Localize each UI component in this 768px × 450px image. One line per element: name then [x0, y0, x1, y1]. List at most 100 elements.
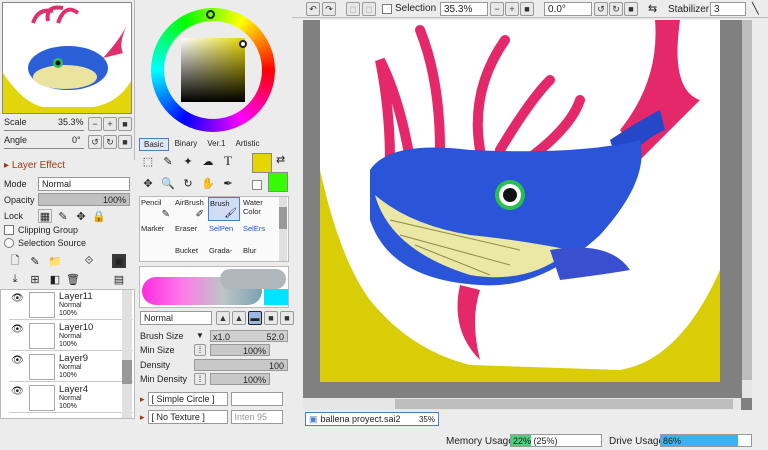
brush-grid-scrollbar[interactable] [279, 197, 287, 261]
zoom-reset-button[interactable]: ■ [118, 117, 132, 131]
zoom-out-button[interactable]: − [88, 117, 102, 131]
tab-artistic[interactable]: Artistic [232, 138, 264, 151]
flip-horizontal-icon[interactable]: ⇆ [648, 2, 657, 15]
selection-toggle[interactable]: Selection [382, 3, 436, 14]
brush-size-slider[interactable]: x1.0 52.0 [210, 330, 288, 342]
layer-visibility-icon[interactable]: 👁 [11, 324, 24, 335]
eyedropper-icon[interactable]: ✒ [221, 176, 235, 190]
brush-airbrush[interactable]: AirBrush ✐ [174, 197, 206, 221]
new-layer-icon[interactable]: 🗋 [8, 254, 22, 268]
scratchpad[interactable] [139, 266, 289, 308]
swap-colors-icon[interactable]: ⇄ [276, 153, 285, 166]
brush-mode-select[interactable]: Normal [140, 311, 212, 325]
layer-item[interactable]: 👁 Layer10 Normal 100% [9, 321, 133, 351]
lasso-icon[interactable]: ✎ [161, 154, 175, 168]
saturation-value-square[interactable] [181, 38, 245, 102]
layer-item[interactable]: 👁 Layer9 Normal 100% [9, 352, 133, 382]
toolbar-rotate-right-icon[interactable]: ↻ [609, 2, 623, 16]
canvas-horizontal-scroll-thumb[interactable] [395, 399, 733, 409]
move-icon[interactable]: ✥ [141, 176, 155, 190]
canvas-vertical-scroll-thumb[interactable] [742, 20, 752, 380]
toolbar-rotate-left-icon[interactable]: ↺ [594, 2, 608, 16]
selection-source-option[interactable]: Selection Source [4, 238, 86, 248]
rotate-reset-button[interactable]: ■ [118, 135, 132, 149]
selection-source-radio[interactable] [4, 238, 14, 248]
blend-mode-select[interactable]: Normal [38, 177, 130, 191]
brush-eraser[interactable]: Eraser [174, 223, 206, 247]
zoom-select[interactable]: 35.3% [440, 2, 488, 16]
lock-transparency-icon[interactable]: ▦ [38, 209, 52, 223]
min-density-pressure-icon[interactable]: ⁞ [194, 373, 206, 385]
layer-item[interactable]: 👁 Layer11 Normal 100% [9, 290, 133, 320]
deselect-icon[interactable]: ◻ [346, 2, 360, 16]
brush-texture-expand-icon[interactable]: ▸ [140, 412, 145, 423]
brush-brush[interactable]: Brush 🖌 [208, 197, 240, 221]
brush-selpen[interactable]: SelPen [208, 223, 240, 247]
scale-slider[interactable] [4, 127, 84, 131]
layer-list-scrollbar[interactable] [122, 290, 132, 418]
selection-checkbox[interactable] [382, 3, 392, 14]
layer-item[interactable]: 👁 Layer4 Normal 100% [9, 383, 133, 413]
color-wheel[interactable] [151, 8, 275, 132]
shape-icon[interactable]: ☁ [201, 154, 215, 168]
layer-mask-icon[interactable]: ▣ [112, 254, 126, 268]
rotate-icon[interactable]: ↻ [181, 176, 195, 190]
hue-marker[interactable] [206, 10, 215, 19]
brush-bucket[interactable]: Bucket [174, 245, 206, 261]
brush-shape-select[interactable]: [ Simple Circle ] [147, 392, 228, 406]
tip-sharp-icon[interactable]: ▲ [216, 311, 230, 325]
secondary-color-swatch[interactable] [268, 172, 288, 192]
new-vector-layer-icon[interactable]: ✎ [28, 254, 42, 268]
transfer-down-icon[interactable]: ⤓ [8, 272, 22, 286]
min-size-slider[interactable]: 100% [210, 344, 270, 356]
texture-intensity[interactable]: Inten 95 [230, 410, 283, 424]
brush-pencil[interactable]: Pencil ✎ [140, 197, 172, 221]
canvas-vertical-scrollbar[interactable] [742, 20, 752, 398]
brush-empty[interactable] [140, 245, 172, 261]
primary-color-swatch[interactable] [252, 153, 272, 173]
zoom-in-button[interactable]: + [103, 117, 117, 131]
canvas-document[interactable] [320, 20, 720, 382]
undo-icon[interactable]: ↶ [306, 2, 320, 16]
invert-selection-icon[interactable]: ◻ [362, 2, 376, 16]
toolbar-zoom-in-icon[interactable]: + [505, 2, 519, 16]
layer-visibility-icon[interactable]: 👁 [11, 293, 24, 304]
canvas-area[interactable] [303, 20, 752, 410]
delete-layer-icon[interactable]: 🗑 [66, 272, 80, 286]
tab-binary[interactable]: Binary [171, 138, 202, 151]
layer-visibility-icon[interactable]: 👁 [11, 386, 24, 397]
min-density-slider[interactable]: 100% [210, 373, 270, 385]
layer-visibility-icon[interactable]: 👁 [11, 355, 24, 366]
new-filter-icon[interactable]: ⟐ [82, 254, 96, 268]
opacity-slider[interactable]: 100% [38, 193, 130, 206]
brush-blur[interactable]: Blur [242, 245, 274, 261]
layer-effect-title[interactable]: ▸ Layer Effect [4, 160, 65, 171]
document-tab[interactable]: ▣ ballena proyect.sai2 35% [305, 412, 439, 426]
canvas-horizontal-scrollbar[interactable] [303, 398, 741, 410]
toolbar-rotate-reset-icon[interactable]: ■ [624, 2, 638, 16]
navigator-thumbnail[interactable] [2, 2, 132, 114]
tab-ver1[interactable]: Ver.1 [203, 138, 229, 151]
rect-select-icon[interactable]: ⬚ [141, 154, 155, 168]
new-folder-icon[interactable]: 📁 [48, 254, 62, 268]
brush-watercolor[interactable]: Water Color [242, 197, 274, 221]
redo-icon[interactable]: ↷ [322, 2, 336, 16]
clipping-checkbox[interactable] [4, 225, 14, 235]
zoom-icon[interactable]: 🔍 [161, 176, 175, 190]
brush-texture-select[interactable]: [ No Texture ] [147, 410, 228, 424]
toolbar-zoom-reset-icon[interactable]: ■ [520, 2, 534, 16]
min-size-pressure-icon[interactable]: ⁞ [194, 344, 206, 356]
lock-move-icon[interactable]: ✥ [74, 209, 88, 223]
text-tool-icon[interactable]: T [221, 153, 235, 168]
brush-shape-expand-icon[interactable]: ▸ [140, 394, 145, 405]
transparent-color-icon[interactable] [252, 180, 262, 190]
tab-basic[interactable]: Basic [139, 138, 169, 151]
tip-soft-icon[interactable]: ▬ [248, 311, 262, 325]
line-tool-icon[interactable]: ╲ [752, 2, 759, 15]
value-marker[interactable] [239, 40, 247, 48]
tip-medium-icon[interactable]: ▲ [232, 311, 246, 325]
merge-down-icon[interactable]: ⊞ [28, 272, 42, 286]
rotate-left-button[interactable]: ↺ [88, 135, 102, 149]
layer-options-icon[interactable]: ▤ [112, 272, 126, 286]
brush-selers[interactable]: SelErs [242, 223, 274, 247]
